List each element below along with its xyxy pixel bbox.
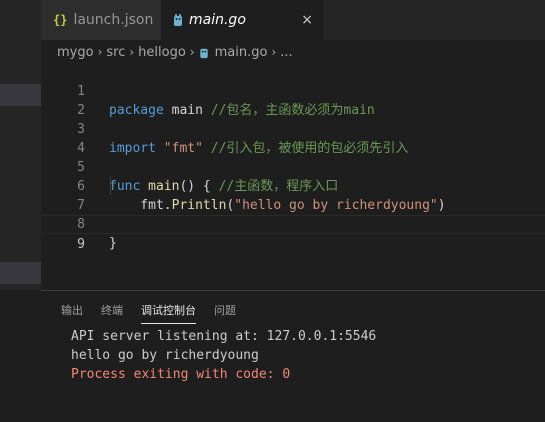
chevron-right-icon: › — [129, 45, 135, 59]
go-file-icon — [199, 48, 208, 58]
tab-label: launch.json — [73, 12, 154, 28]
sidebar-selected-row[interactable] — [0, 84, 41, 106]
editor-tab-bar: {} launch.json main.go × — [41, 0, 545, 40]
breadcrumb-item[interactable]: src — [106, 45, 125, 60]
console-line-exit: Process exiting with code: 0 — [71, 367, 291, 382]
go-file-icon — [174, 14, 182, 26]
breadcrumb: mygo › src › hellogo › main.go › ... — [57, 42, 293, 62]
console-line: hello go by richerdyoung — [71, 348, 259, 363]
console-line: API server listening at: 127.0.0.1:5546 — [71, 329, 377, 344]
panel-tabs: 输出 终端 调试控制台 问题 — [61, 302, 254, 324]
tab-main-go[interactable]: main.go × — [161, 0, 323, 40]
json-file-icon: {} — [53, 13, 68, 27]
bottom-panel: 输出 终端 调试控制台 问题 API server listening at: … — [41, 290, 545, 422]
sidebar-highlight-row[interactable] — [0, 262, 41, 284]
code-line[interactable]: 3 import "fmt" //引入包，被使用的包必须先引入 — [41, 101, 545, 156]
close-icon[interactable]: × — [301, 12, 313, 28]
code-line[interactable]: 7 — [41, 177, 545, 213]
tab-terminal[interactable]: 终端 — [101, 302, 123, 324]
tab-debug-console[interactable]: 调试控制台 — [141, 302, 196, 324]
code-line-current[interactable]: 9 — [41, 215, 545, 252]
indent-guide — [110, 177, 111, 195]
chevron-right-icon: › — [97, 45, 103, 59]
code-line[interactable]: 4 — [41, 120, 545, 156]
code-line[interactable]: 6 fmt.Println("hello go by richerdyoung"… — [41, 158, 545, 213]
line-number: 9 — [77, 237, 85, 252]
explorer-sidebar — [0, 0, 41, 421]
breadcrumb-item[interactable]: hellogo — [138, 45, 186, 60]
code-editor[interactable]: 1 package main //包名，主函数必须为main 2 3 impor… — [41, 62, 545, 290]
code-text: } — [109, 234, 117, 253]
code-line[interactable]: 5 func main() { //主函数，程序入口 — [41, 139, 545, 194]
code-line[interactable]: 1 package main //包名，主函数必须为main — [41, 63, 545, 118]
code-line[interactable]: 8 } — [41, 196, 545, 251]
breadcrumb-item[interactable]: main.go — [215, 45, 268, 60]
punctuation-token: } — [109, 236, 117, 251]
breadcrumb-item[interactable]: mygo — [57, 45, 94, 60]
tab-label: main.go — [189, 12, 246, 28]
breadcrumb-item[interactable]: ... — [280, 45, 292, 60]
chevron-right-icon: › — [189, 45, 195, 59]
tab-launch-json[interactable]: {} launch.json — [41, 0, 161, 40]
sidebar-lower — [0, 290, 41, 421]
code-line[interactable]: 2 — [41, 82, 545, 118]
chevron-right-icon: › — [271, 45, 277, 59]
tab-output[interactable]: 输出 — [61, 302, 83, 324]
tab-problems[interactable]: 问题 — [214, 302, 236, 324]
